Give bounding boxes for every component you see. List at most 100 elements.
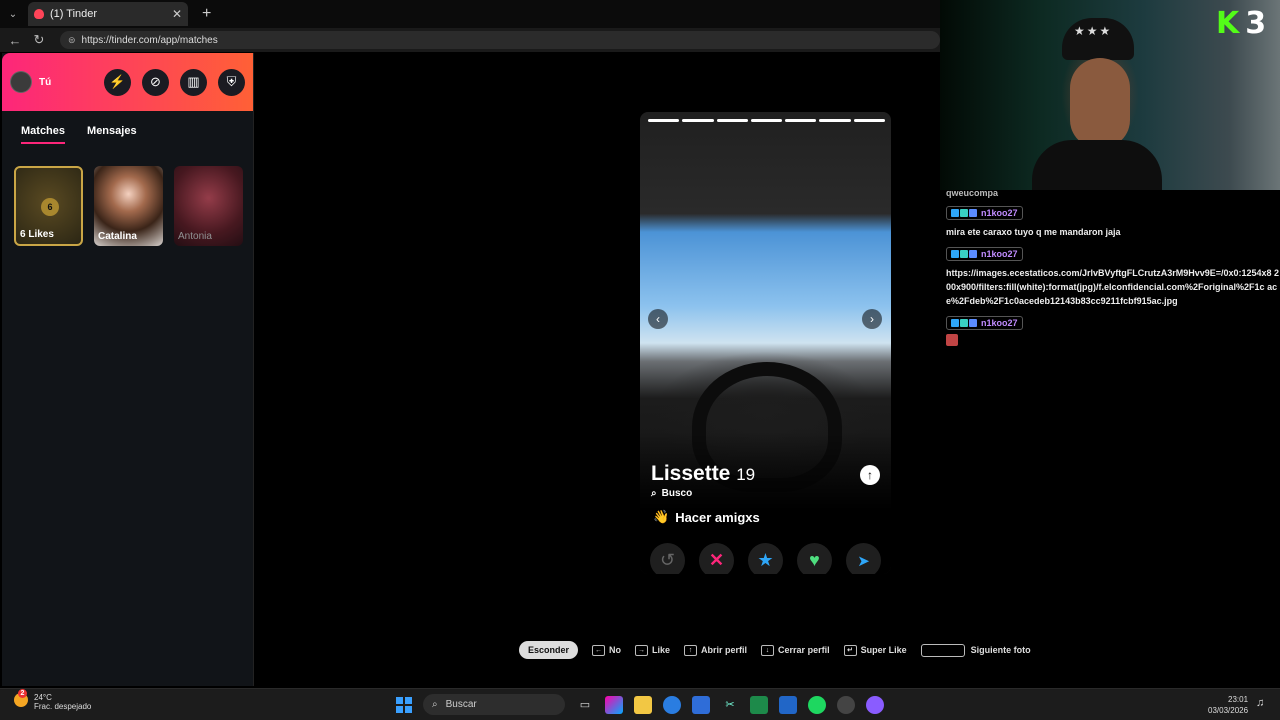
briefcase-icon[interactable]: ▥: [180, 68, 207, 96]
store-icon[interactable]: [692, 695, 710, 714]
notification-bell-icon[interactable]: ♫: [1256, 697, 1264, 709]
next-photo-icon[interactable]: ›: [862, 309, 882, 329]
shortcut-next-label: Siguiente foto: [970, 645, 1031, 655]
photo-progress-bar[interactable]: [750, 119, 783, 122]
looking-label-text: Busco: [661, 488, 693, 499]
clock-time: 23:01: [1228, 695, 1249, 704]
weather-text: 24°C Frac. despejado: [34, 693, 91, 711]
shortcut-open-label: Abrir perfil: [701, 645, 748, 655]
super-like-button[interactable]: ★: [748, 543, 783, 574]
shortcut-like: → Like: [635, 644, 671, 656]
chat-message[interactable]: https://images.ecestaticos.com/JrlvBVyft…: [946, 266, 1280, 308]
rewind-button[interactable]: ↺: [650, 543, 685, 574]
weather-sun-icon: 2: [14, 689, 28, 707]
photo-progress-bar[interactable]: [819, 119, 851, 122]
action-buttons: ↺ ✕ ★ ♥ ➤: [650, 543, 881, 574]
new-tab-button[interactable]: +: [202, 5, 211, 23]
likes-card[interactable]: 6 6 Likes: [14, 166, 83, 246]
spotify-icon[interactable]: [808, 695, 826, 714]
waving-hand-icon: 👋: [653, 509, 670, 524]
windows-start-icon[interactable]: [396, 696, 412, 713]
send-message-button[interactable]: ➤: [846, 543, 881, 574]
tab-mensajes[interactable]: Mensajes: [87, 125, 137, 144]
discord-icon[interactable]: [866, 695, 884, 714]
shortcut-no: ← No: [592, 644, 622, 656]
looking-for-value: 👋 Hacer amigxs: [653, 509, 760, 525]
sidebar-tabs: Matches Mensajes: [2, 111, 253, 144]
photo-progress-bar[interactable]: [682, 119, 714, 122]
obs-icon[interactable]: [837, 695, 855, 714]
address-bar[interactable]: ⊜ https://tinder.com/app/matches: [60, 31, 940, 49]
user-label[interactable]: Tú: [39, 77, 51, 88]
reload-icon[interactable]: ↻: [32, 32, 46, 48]
match-card[interactable]: Catalina: [94, 166, 163, 246]
excel-icon[interactable]: [750, 695, 768, 714]
kick-logo-number: 3: [1245, 6, 1267, 41]
shortcut-open: ↑ Abrir perfil: [684, 644, 748, 656]
close-tab-icon[interactable]: ✕: [172, 7, 182, 21]
tab-matches[interactable]: Matches: [21, 125, 66, 144]
profile-age: 19: [736, 465, 756, 484]
photo-progress-bar[interactable]: [716, 119, 748, 122]
address-bar-row: ← ↻ ⊜ https://tinder.com/app/matches: [0, 28, 940, 52]
likes-label: 6 Likes: [20, 229, 54, 240]
weather-temp: 24°C: [34, 693, 52, 702]
up-key-icon: ↑: [684, 644, 698, 656]
open-profile-icon[interactable]: ↑: [860, 465, 880, 485]
shortcut-superlike: ↵ Super Like: [843, 644, 907, 656]
chat-badges-icon: [951, 319, 977, 327]
tab-list-icon[interactable]: ⌄: [0, 0, 26, 28]
avatar[interactable]: [10, 71, 32, 93]
chat-badges-icon: [951, 250, 977, 258]
match-name: Catalina: [98, 231, 137, 242]
browser-tab-bar: ⌄ (1) Tinder ✕ +: [0, 0, 940, 28]
site-info-icon[interactable]: ⊜: [68, 35, 76, 46]
taskbar-apps: ⌕ Buscar ▭ ✂: [396, 694, 884, 715]
match-card[interactable]: Antonia: [174, 166, 243, 246]
browser-tab[interactable]: (1) Tinder ✕: [28, 2, 188, 26]
shortcut-no-label: No: [609, 645, 622, 655]
chat-badges-icon: [951, 209, 977, 217]
explore-icon[interactable]: ⊘: [142, 68, 169, 96]
search-icon: ⌕: [432, 699, 438, 710]
tinder-favicon-icon: [34, 9, 44, 19]
chrome-icon[interactable]: [663, 695, 681, 714]
stream-logo: K3: [1216, 6, 1266, 41]
like-button[interactable]: ♥: [797, 543, 832, 574]
weather-desc: Frac. despejado: [34, 702, 92, 711]
photo-progress-bar[interactable]: [785, 119, 817, 122]
chat-username[interactable]: n1koo27: [981, 318, 1018, 328]
photo-progress-bar[interactable]: [853, 119, 885, 122]
snipping-tool-icon[interactable]: ✂: [721, 696, 739, 714]
weather-widget[interactable]: 2 24°C Frac. despejado: [14, 689, 91, 711]
copilot-icon[interactable]: [605, 695, 623, 714]
profile-card[interactable]: ‹ › Lissette 19 ↑ ⌕ Busco 👋 Hacer amigxs…: [640, 112, 891, 574]
boost-icon[interactable]: ⚡: [104, 68, 131, 96]
outlook-icon[interactable]: [779, 695, 797, 714]
shortcut-legend: Esconder ← No → Like ↑ Abrir perfil ↓ Cerrar…: [519, 641, 1031, 659]
nope-button[interactable]: ✕: [699, 543, 734, 574]
previous-photo-icon[interactable]: ‹: [648, 309, 668, 329]
streamer-cap: ★★★: [1062, 18, 1134, 60]
match-grid: 6 6 Likes Catalina Antonia: [2, 144, 253, 246]
chat-username[interactable]: n1koo27: [981, 249, 1018, 259]
task-view-icon[interactable]: ▭: [576, 696, 594, 714]
taskbar-search[interactable]: ⌕ Buscar: [423, 694, 565, 715]
chat-user-tag: n1koo27: [946, 247, 1023, 261]
shortcut-like-label: Like: [652, 645, 671, 655]
shortcut-close-label: Cerrar perfil: [778, 645, 830, 655]
chat-message: mira ete caraxo tuyo q me mandaron jaja: [946, 227, 1121, 237]
photo-progress-bar[interactable]: [648, 119, 680, 122]
system-clock[interactable]: 23:01 03/03/2026: [1208, 694, 1248, 716]
back-arrow-icon[interactable]: ←: [8, 33, 22, 48]
chat-username[interactable]: n1koo27: [981, 208, 1018, 218]
screen: ⌄ (1) Tinder ✕ + ← ↻ ⊜ https://tinder.co…: [0, 0, 1280, 720]
right-key-icon: →: [635, 644, 649, 656]
hide-button[interactable]: Esconder: [519, 641, 579, 659]
kick-logo-letter: K: [1216, 6, 1240, 41]
file-explorer-icon[interactable]: [634, 695, 652, 714]
match-name: Antonia: [178, 231, 212, 242]
shortcut-superlike-label: Super Like: [860, 645, 907, 655]
shield-icon[interactable]: ⛨: [218, 68, 245, 96]
weather-badge: 2: [18, 689, 27, 698]
